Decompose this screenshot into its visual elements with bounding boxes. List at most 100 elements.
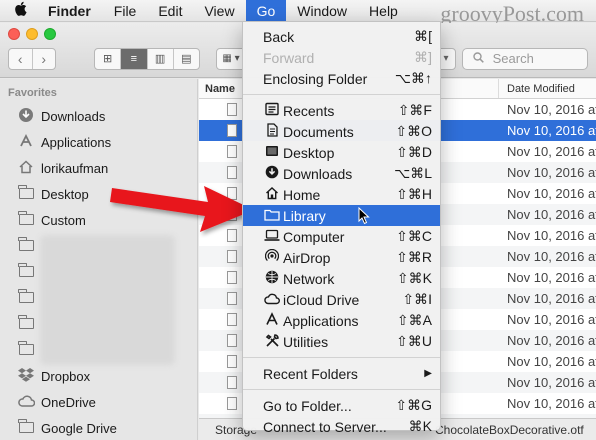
desktop-icon <box>263 144 281 161</box>
sidebar-item-google-drive[interactable]: Google Drive <box>0 415 197 440</box>
sidebar-item-downloads[interactable]: Downloads <box>0 103 197 129</box>
date-modified-cell: Nov 10, 2016 at <box>507 270 596 285</box>
go-menu-dropdown: Back ⌘[ Forward ⌘] Enclosing Folder ⌥⌘↑ Recent… <box>242 21 441 435</box>
menu-item-label: Enclosing Folder <box>263 70 368 87</box>
file-icon <box>227 103 237 116</box>
path-segment-file[interactable]: ChocolateBoxDecorative.otf <box>435 423 584 437</box>
menu-view[interactable]: View <box>193 0 245 22</box>
menu-item-label: Connect to Server... <box>263 418 387 435</box>
menu-item-label: Downloads <box>283 165 353 182</box>
menu-go[interactable]: Go <box>245 0 287 22</box>
network-icon <box>263 270 281 287</box>
cloud-icon <box>263 292 281 308</box>
date-modified-cell: Nov 10, 2016 at <box>507 186 596 201</box>
sidebar-item-label: lorikaufman <box>41 160 109 176</box>
menu-file[interactable]: File <box>103 0 148 22</box>
menu-item-computer[interactable]: Computer ⇧⌘C <box>243 226 440 247</box>
sidebar-item-applications[interactable]: Applications <box>0 129 197 155</box>
menu-item-connect-to-server[interactable]: Connect to Server... ⌘K <box>243 416 440 437</box>
menu-item-network[interactable]: Network ⇧⌘K <box>243 268 440 289</box>
file-icon <box>227 145 237 158</box>
menu-item-shortcut: ⇧⌘K <box>396 270 432 286</box>
list-view-button[interactable]: ≡ <box>120 49 147 69</box>
menu-window[interactable]: Window <box>286 0 358 22</box>
apple-menu-icon[interactable] <box>0 1 40 20</box>
menu-item-shortcut: ⇧⌘O <box>395 123 432 139</box>
sidebar-item-onedrive[interactable]: OneDrive <box>0 389 197 415</box>
sidebar-item-label: OneDrive <box>41 394 96 410</box>
menu-item-label: iCloud Drive <box>283 291 360 308</box>
menu-item-shortcut: ⌘] <box>414 49 432 65</box>
close-window-button[interactable] <box>8 28 20 40</box>
menu-item-desktop[interactable]: Desktop ⇧⌘D <box>243 142 440 163</box>
gallery-view-button[interactable]: ▤ <box>172 49 199 69</box>
menu-item-recents[interactable]: Recents ⇧⌘F <box>243 100 440 121</box>
zoom-window-button[interactable] <box>44 28 56 40</box>
blurred-region <box>40 235 175 365</box>
menu-item-forward: Forward ⌘] <box>243 47 440 68</box>
column-header-date-modified[interactable]: Date Modified <box>499 79 575 98</box>
folder-icon <box>16 288 36 306</box>
menu-item-utilities[interactable]: Utilities ⇧⌘U <box>243 331 440 352</box>
menu-item-label: Go to Folder... <box>263 397 352 414</box>
menu-item-label: Forward <box>263 49 315 66</box>
folder-icon <box>16 314 36 332</box>
date-modified-cell: Nov 10, 2016 at <box>507 144 596 159</box>
search-icon <box>473 51 488 66</box>
menu-item-enclosing-folder[interactable]: Enclosing Folder ⌥⌘↑ <box>243 68 440 89</box>
menu-item-label: Utilities <box>283 333 329 350</box>
menu-item-downloads[interactable]: Downloads ⌥⌘L <box>243 163 440 184</box>
menu-item-go-to-folder[interactable]: Go to Folder... ⇧⌘G <box>243 395 440 416</box>
menu-item-back[interactable]: Back ⌘[ <box>243 26 440 47</box>
dropbox-icon <box>16 367 36 385</box>
file-icon <box>227 250 237 263</box>
icon-view-button[interactable]: ⊞ <box>95 49 120 69</box>
menu-item-label: Network <box>283 270 335 287</box>
sidebar-item-dropbox[interactable]: Dropbox <box>0 363 197 389</box>
applications-icon <box>16 133 36 152</box>
menu-item-applications[interactable]: Applications ⇧⌘A <box>243 310 440 331</box>
menu-item-shortcut: ⇧⌘D <box>396 144 432 160</box>
menu-help[interactable]: Help <box>358 0 409 22</box>
menu-item-home[interactable]: Home ⇧⌘H <box>243 184 440 205</box>
menu-item-icloud-drive[interactable]: iCloud Drive ⇧⌘I <box>243 289 440 310</box>
search-input[interactable]: Search <box>462 48 588 70</box>
nav-buttons: ‹ › <box>8 48 56 70</box>
file-icon <box>227 376 237 389</box>
menu-item-shortcut: ⇧⌘F <box>397 102 432 118</box>
home-icon <box>16 159 36 178</box>
date-modified-cell: Nov 10, 2016 at <box>507 333 596 348</box>
menu-item-library[interactable]: Library <box>243 205 440 226</box>
sidebar-heading-favorites: Favorites <box>8 87 57 99</box>
menu-item-shortcut: ⌘[ <box>414 28 432 44</box>
date-modified-cell: Nov 10, 2016 at <box>507 123 596 138</box>
file-icon <box>227 334 237 347</box>
menu-item-documents[interactable]: Documents ⇧⌘O <box>243 121 440 142</box>
download-icon <box>263 165 281 182</box>
menu-item-airdrop[interactable]: AirDrop ⇧⌘R <box>243 247 440 268</box>
menu-item-recent-folders[interactable]: Recent Folders ▶ <box>243 363 440 384</box>
folder-icon <box>16 340 36 358</box>
column-view-button[interactable]: ▥ <box>146 49 173 69</box>
desktop-icon <box>16 184 36 202</box>
file-icon <box>227 355 237 368</box>
mouse-cursor-icon <box>358 207 370 225</box>
file-icon <box>227 271 237 284</box>
menu-item-shortcut: ⇧⌘U <box>396 333 432 349</box>
menu-item-shortcut: ⌥⌘↑ <box>394 70 432 86</box>
menu-finder[interactable]: Finder <box>40 0 103 22</box>
view-mode-buttons: ⊞ ≡ ▥ ▤ <box>94 48 200 70</box>
menu-item-label: Home <box>283 186 321 203</box>
menu-item-label: Library <box>283 207 326 224</box>
minimize-window-button[interactable] <box>26 28 38 40</box>
folder-icon <box>263 208 281 224</box>
menu-separator <box>243 94 440 95</box>
forward-button[interactable]: › <box>31 49 56 69</box>
recents-icon <box>263 102 281 119</box>
menu-item-label: Computer <box>283 228 345 245</box>
menu-edit[interactable]: Edit <box>147 0 193 22</box>
file-icon <box>227 124 237 137</box>
back-button[interactable]: ‹ <box>9 49 32 69</box>
menu-item-label: AirDrop <box>283 249 331 266</box>
date-modified-cell: Nov 10, 2016 at <box>507 396 596 411</box>
